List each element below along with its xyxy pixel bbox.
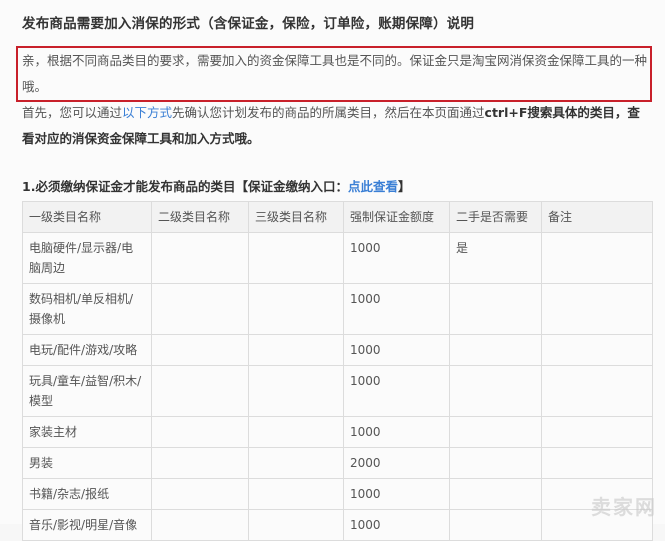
table-cell: [248, 365, 344, 417]
table-cell: [248, 509, 344, 541]
header-cell: 三级类目名称: [248, 201, 344, 233]
intro-prefix: 首先，您可以通过: [22, 105, 123, 120]
intro-middle: 先确认您计划发布的商品的所属类目，然后在本页面通过: [172, 105, 485, 120]
table-row: 数码相机/单反相机/摄像机 1000: [22, 283, 653, 335]
table-cell: 电脑硬件/显示器/电脑周边: [22, 232, 152, 284]
table-cell: [449, 478, 542, 510]
table-row: 电玩/配件/游戏/攻略 1000: [22, 334, 653, 366]
table-cell: [449, 334, 542, 366]
section-title-suffix: 】: [397, 179, 411, 194]
table-row: 音乐/影视/明星/音像 1000: [22, 509, 653, 541]
deposit-link[interactable]: 点此查看: [348, 179, 398, 194]
table-cell: 音乐/影视/明星/音像: [22, 509, 152, 541]
table-cell: 1000: [343, 478, 450, 510]
header-cell: 二手是否需要: [449, 201, 542, 233]
table-cell: 玩具/童车/益智/积木/模型: [22, 365, 152, 417]
table-cell: [449, 283, 542, 335]
table-cell: 男装: [22, 447, 152, 479]
table-cell: [151, 478, 249, 510]
table-cell: [449, 447, 542, 479]
table-cell: 1000: [343, 283, 450, 335]
table-cell: [151, 416, 249, 448]
notice-text: 亲，根据不同商品类目的要求，需要加入的资金保障工具也是不同的。保证金只是淘宝网消…: [22, 53, 648, 94]
table-cell: [541, 447, 653, 479]
table-cell: [541, 416, 653, 448]
header-cell: 强制保证金额度: [343, 201, 450, 233]
header-cell: 二级类目名称: [151, 201, 249, 233]
table-cell: 1000: [343, 232, 450, 284]
intro-paragraph: 首先，您可以通过以下方式先确认您计划发布的商品的所属类目，然后在本页面通过ctr…: [22, 100, 652, 152]
table-cell: [248, 334, 344, 366]
table-row: 男装 2000: [22, 447, 653, 479]
table-cell: [541, 232, 653, 284]
table-cell: 书籍/杂志/报纸: [22, 478, 152, 510]
table-cell: 2000: [343, 447, 450, 479]
table-cell: [151, 334, 249, 366]
table-row: 电脑硬件/显示器/电脑周边 1000 是: [22, 232, 653, 284]
watermark-logo: 卖家网: [591, 495, 657, 519]
table-cell: [248, 447, 344, 479]
table-cell: 是: [449, 232, 542, 284]
table-cell: [151, 365, 249, 417]
table-row: 玩具/童车/益智/积木/模型 1000: [22, 365, 653, 417]
method-link[interactable]: 以下方式: [122, 105, 172, 120]
table-cell: [248, 232, 344, 284]
table-cell: 1000: [343, 334, 450, 366]
table-cell: [449, 416, 542, 448]
header-cell: 备注: [541, 201, 653, 233]
table-cell: [449, 365, 542, 417]
table-cell: [541, 334, 653, 366]
table-cell: 1000: [343, 509, 450, 541]
table-cell: 家装主材: [22, 416, 152, 448]
category-table: 一级类目名称 二级类目名称 三级类目名称 强制保证金额度 二手是否需要 备注 电…: [22, 201, 653, 541]
table-cell: 1000: [343, 416, 450, 448]
page-title: 发布商品需要加入消保的形式（含保证金，保险，订单险，账期保障）说明: [22, 16, 475, 32]
article-page: 发布商品需要加入消保的形式（含保证金，保险，订单险，账期保障）说明 亲，根据不同…: [0, 0, 665, 541]
table-cell: [151, 447, 249, 479]
table-cell: 1000: [343, 365, 450, 417]
table-cell: 数码相机/单反相机/摄像机: [22, 283, 152, 335]
header-cell: 一级类目名称: [22, 201, 152, 233]
table-cell: [541, 283, 653, 335]
table-cell: [449, 509, 542, 541]
table-row: 书籍/杂志/报纸 1000: [22, 478, 653, 510]
section-title-text: 1.必须缴纳保证金才能发布商品的类目【保证金缴纳入口：: [22, 179, 348, 194]
table-cell: [151, 232, 249, 284]
table-cell: [151, 283, 249, 335]
table-cell: [248, 416, 344, 448]
table-cell: [541, 365, 653, 417]
table-cell: [151, 509, 249, 541]
table-header-row: 一级类目名称 二级类目名称 三级类目名称 强制保证金额度 二手是否需要 备注: [22, 201, 653, 233]
table-cell: [248, 283, 344, 335]
table-cell: 电玩/配件/游戏/攻略: [22, 334, 152, 366]
table-row: 家装主材 1000: [22, 416, 653, 448]
table-cell: [248, 478, 344, 510]
section-title: 1.必须缴纳保证金才能发布商品的类目【保证金缴纳入口：点此查看】: [22, 176, 410, 195]
